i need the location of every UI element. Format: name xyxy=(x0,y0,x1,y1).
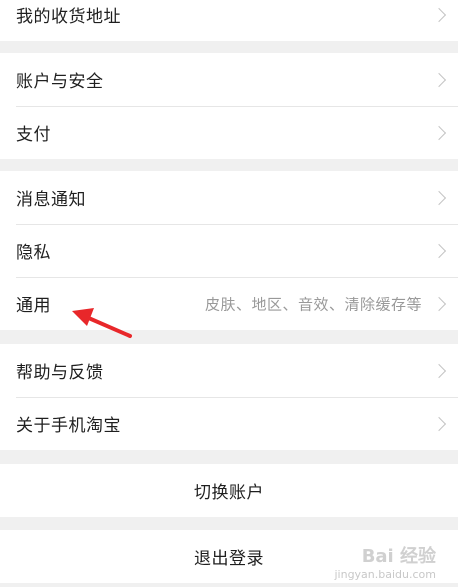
chevron-right-icon xyxy=(431,7,447,22)
help-group: 帮助与反馈 关于手机淘宝 xyxy=(0,344,458,450)
row-about[interactable]: 关于手机淘宝 xyxy=(0,397,458,450)
preferences-group: 消息通知 隐私 通用 皮肤、地区、音效、清除缓存等 xyxy=(0,171,458,330)
chevron-right-icon xyxy=(431,125,447,140)
row-address[interactable]: 我的收货地址 xyxy=(0,0,458,41)
account-group: 账户与安全 支付 xyxy=(0,53,458,159)
annotation-arrow-icon xyxy=(72,308,132,338)
row-help-feedback-label: 帮助与反馈 xyxy=(16,363,104,383)
chevron-right-icon xyxy=(431,243,447,258)
row-general[interactable]: 通用 皮肤、地区、音效、清除缓存等 xyxy=(0,277,458,330)
row-about-label: 关于手机淘宝 xyxy=(16,416,121,436)
row-general-label: 通用 xyxy=(16,296,51,316)
row-notifications-label: 消息通知 xyxy=(16,190,86,210)
row-privacy-label: 隐私 xyxy=(16,243,51,263)
address-group: 我的收货地址 xyxy=(0,0,458,41)
row-account-security[interactable]: 账户与安全 xyxy=(0,53,458,106)
row-help-feedback[interactable]: 帮助与反馈 xyxy=(0,344,458,397)
row-general-hint: 皮肤、地区、音效、清除缓存等 xyxy=(204,295,422,313)
watermark-logo-text: Bai 经验 xyxy=(361,546,436,568)
watermark-url: jingyan.baidu.com xyxy=(334,567,436,581)
row-address-label: 我的收货地址 xyxy=(16,7,121,27)
chevron-right-icon xyxy=(431,190,447,205)
chevron-right-icon xyxy=(431,363,447,378)
row-payment[interactable]: 支付 xyxy=(0,106,458,159)
row-account-security-label: 账户与安全 xyxy=(16,72,104,92)
chevron-right-icon xyxy=(431,296,447,311)
row-notifications[interactable]: 消息通知 xyxy=(0,171,458,224)
row-payment-label: 支付 xyxy=(16,125,51,145)
chevron-right-icon xyxy=(431,72,447,87)
row-privacy[interactable]: 隐私 xyxy=(0,224,458,277)
switch-account-button[interactable]: 切换账户 xyxy=(0,464,458,517)
chevron-right-icon xyxy=(431,416,447,431)
baidu-jingyan-watermark: Bai 经验 jingyan.baidu.com xyxy=(334,546,436,581)
